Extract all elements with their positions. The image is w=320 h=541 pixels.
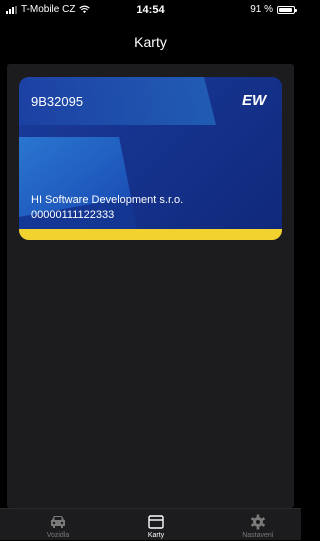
tab-vozidla[interactable]: Vozidla (8, 509, 108, 541)
card-code: 9B32095 (31, 94, 84, 109)
battery-icon (277, 5, 297, 14)
ew-logo-text: EW (242, 92, 268, 107)
status-right: 91 % (250, 4, 297, 15)
gear-icon (250, 514, 266, 530)
status-bar: T-Mobile CZ 14:54 91 % (0, 0, 301, 20)
card-number: 00000111122333 (31, 209, 115, 221)
tab-label: Karty (147, 532, 165, 539)
ew-logo: EW (242, 92, 268, 107)
tab-label: Nastavení (242, 532, 274, 539)
fuel-card[interactable]: 9B32095 EW HI Software Development s.r.o… (19, 77, 282, 240)
tab-nastaveni[interactable]: Nastavení (208, 509, 308, 541)
tab-label: Vozidla (46, 532, 70, 539)
card-company-name: HI Software Development s.r.o. (31, 194, 184, 206)
battery-percent: 91 % (250, 4, 273, 15)
tab-karty[interactable]: Karty (106, 509, 206, 541)
page-title: Karty (134, 34, 167, 50)
navigation-bar: Karty (0, 20, 301, 64)
car-icon (51, 516, 65, 528)
tab-bar: Vozidla Karty Nastavení (0, 508, 301, 540)
cards-list[interactable]: 9B32095 EW HI Software Development s.r.o… (7, 64, 294, 508)
card-icon (148, 515, 164, 529)
card-yellow-stripe (19, 229, 282, 240)
